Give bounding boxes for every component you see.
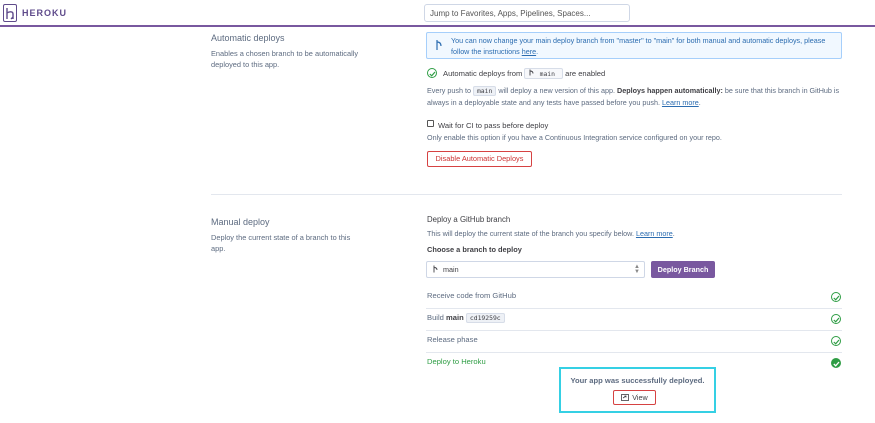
status-prefix: Automatic deploys from [443,69,523,78]
deploy-branch-button[interactable]: Deploy Branch [651,261,715,278]
status-branch: main [539,70,555,78]
push-learn-more-link[interactable]: Learn more [662,98,699,107]
step-complete-check-icon [831,336,841,346]
step-label: Build main cd19259c [427,313,505,323]
deploy-github-branch-heading: Deploy a GitHub branch [427,215,511,224]
selected-branch: main [443,265,459,274]
build-commit-hash: cd19259c [465,313,505,323]
auto-deploy-enabled-check-icon [427,68,437,78]
push-text-2: will deploy a new version of this app. [498,86,616,95]
disable-automatic-deploys-button[interactable]: Disable Automatic Deploys [427,151,532,167]
top-nav-bar: HEROKU Jump to Favorites, Apps, Pipeline… [0,0,875,27]
deploy-success-message: Your app was successfully deployed. [570,376,705,385]
deploy-sub-text: This will deploy the current state of th… [427,229,634,238]
manual-deploy-description: Deploy the current state of a branch to … [211,233,351,253]
branch-icon [433,265,438,273]
step-release-phase: Release phase [426,331,842,353]
manual-deploy-title: Manual deploy [211,217,270,227]
branch-select[interactable]: main ▲ ▼ [426,261,645,278]
branch-icon [436,40,442,50]
push-end: . [698,98,701,107]
brand-name[interactable]: HEROKU [22,8,67,18]
status-branch-pill: main [524,68,563,79]
deploy-branch-subtext: This will deploy the current state of th… [427,228,675,240]
deploy-learn-more-link[interactable]: Learn more [636,229,673,238]
heroku-logo-icon[interactable] [3,4,17,22]
section-divider [211,194,842,195]
branch-icon [530,69,534,76]
search-input[interactable]: Jump to Favorites, Apps, Pipelines, Spac… [424,4,630,22]
wait-for-ci-description: Only enable this option if you have a Co… [427,133,722,142]
push-bold: Deploys happen automatically: [617,86,723,95]
build-branch: main [446,313,464,322]
push-description: Every push to main will deploy a new ver… [427,85,842,109]
banner-here-link[interactable]: here [522,47,536,56]
step-build: Build main cd19259c [426,309,842,331]
auto-deploy-status: Automatic deploys from main are enabled [443,68,605,79]
wait-for-ci-label[interactable]: Wait for CI to pass before deploy [438,121,548,130]
view-app-button[interactable]: View [613,390,656,405]
branch-rename-banner: You can now change your main deploy bran… [426,32,842,59]
choose-branch-label: Choose a branch to deploy [427,245,522,254]
push-text-1: Every push to [427,86,471,95]
step-complete-check-icon [831,314,841,324]
status-suffix: are enabled [565,69,606,78]
deploy-success-panel: Your app was successfully deployed. View [559,367,716,413]
view-label: View [632,393,648,402]
build-label: Build [427,313,444,322]
select-chevron-icon: ▲ ▼ [634,264,640,275]
automatic-deploys-title: Automatic deploys [211,33,285,43]
banner-text: You can now change your main deploy bran… [451,36,826,56]
push-branch-code: main [472,86,497,96]
external-window-icon [621,394,630,401]
automatic-deploys-description: Enables a chosen branch to be automatica… [211,49,359,69]
wait-for-ci-checkbox[interactable] [427,120,434,127]
step-label: Release phase [427,335,478,344]
deploy-sub-end: . [672,229,675,238]
step-label: Receive code from GitHub [427,291,517,300]
banner-end: . [536,46,539,56]
step-label: Deploy to Heroku [427,357,486,366]
step-receive-code: Receive code from GitHub [426,287,842,309]
step-complete-check-icon [831,292,841,302]
step-success-check-icon [831,358,841,368]
